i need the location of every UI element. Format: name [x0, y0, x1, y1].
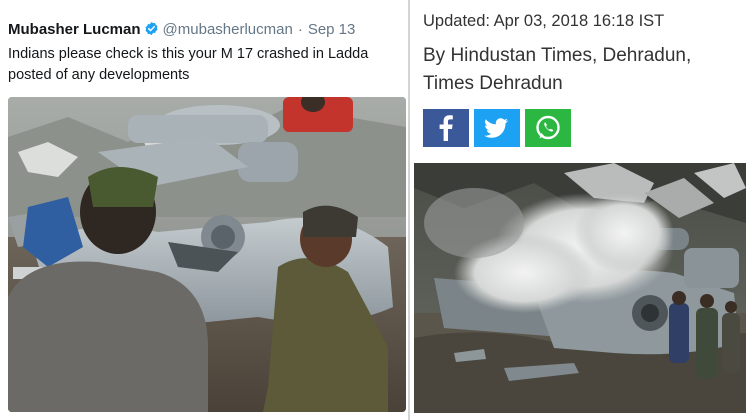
whatsapp-share-button[interactable]	[525, 109, 571, 147]
facebook-icon	[439, 115, 453, 141]
tweet-date[interactable]: Sep 13	[308, 21, 356, 38]
verified-badge-icon	[144, 21, 159, 36]
tweet-text: Indians please check is this your M 17 c…	[8, 44, 408, 86]
tweet-card: Mubasher Lucman @mubasherlucman · Sep 13 In…	[0, 0, 408, 420]
tweet-text-line: posted of any developments	[8, 67, 190, 83]
twitter-share-button[interactable]	[474, 109, 520, 147]
author-handle[interactable]: @mubasherlucman	[163, 21, 293, 38]
whatsapp-icon	[536, 115, 560, 140]
updated-timestamp: Updated: Apr 03, 2018 16:18 IST	[423, 12, 665, 30]
byline-line: By Hindustan Times, Dehradun,	[423, 45, 692, 66]
tweet-header: Mubasher Lucman @mubasherlucman · Sep 13	[8, 21, 355, 39]
news-photo-crashed-helicopter[interactable]	[414, 163, 746, 413]
tweet-photo-crashed-helicopter[interactable]	[8, 97, 406, 412]
tweet-text-line: Indians please check is this your M 17 c…	[8, 46, 369, 62]
twitter-icon	[484, 118, 508, 138]
byline-line: Times Dehradun	[423, 73, 563, 94]
separator-dot: ·	[297, 21, 303, 38]
author-name[interactable]: Mubasher Lucman	[8, 21, 141, 38]
news-article: Updated: Apr 03, 2018 16:18 IST By Hindu…	[410, 0, 750, 420]
byline: By Hindustan Times, Dehradun, Times Dehr…	[423, 42, 691, 98]
facebook-share-button[interactable]	[423, 109, 469, 147]
